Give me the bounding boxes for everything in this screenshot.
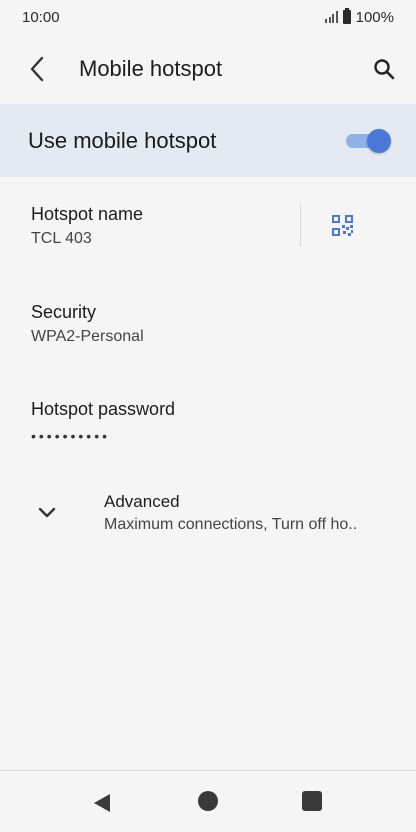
- back-button[interactable]: [22, 54, 52, 84]
- nav-recents-icon[interactable]: [302, 791, 322, 811]
- status-time: 10:00: [22, 8, 60, 26]
- hotspot-password-title: Hotspot password: [31, 399, 176, 419]
- status-bar: 10:00 100%: [0, 0, 416, 34]
- security-title: Security: [31, 302, 97, 322]
- hotspot-password-pref[interactable]: Hotspot password: [0, 372, 416, 468]
- advanced-expand-button[interactable]: [34, 500, 60, 526]
- nav-home-icon[interactable]: [198, 791, 218, 811]
- security-pref[interactable]: Security WPA2-Personal: [0, 275, 416, 371]
- advanced-summary: Maximum connections, Turn off ho..: [104, 516, 358, 533]
- signal-icon: [325, 11, 338, 23]
- app-bar: Mobile hotspot: [0, 34, 416, 104]
- hotspot-password-value: ••••••••••: [31, 428, 111, 444]
- toggle-thumb: [367, 129, 391, 153]
- search-button[interactable]: [368, 54, 400, 84]
- qr-code-button[interactable]: [327, 210, 359, 242]
- arrow-back-icon: [30, 56, 44, 82]
- hotspot-name-value: TCL 403: [31, 230, 92, 247]
- chevron-down-icon: [38, 507, 56, 518]
- advanced-title: Advanced: [104, 492, 180, 511]
- vertical-divider: [300, 204, 301, 246]
- search-icon: [374, 59, 395, 80]
- system-nav-bar: [0, 770, 416, 832]
- hotspot-name-title: Hotspot name: [31, 204, 144, 224]
- use-hotspot-row[interactable]: Use mobile hotspot: [0, 104, 416, 177]
- security-value: WPA2-Personal: [31, 328, 144, 345]
- advanced-pref[interactable]: [0, 468, 416, 552]
- status-icons: 100%: [325, 8, 394, 26]
- page-title: Mobile hotspot: [79, 56, 223, 81]
- qr-code-icon: [332, 215, 353, 236]
- battery-percent: 100%: [355, 8, 394, 26]
- battery-icon: [342, 8, 351, 24]
- hotspot-toggle[interactable]: [346, 129, 393, 153]
- use-hotspot-label: Use mobile hotspot: [28, 128, 217, 153]
- nav-back-icon[interactable]: [90, 791, 114, 815]
